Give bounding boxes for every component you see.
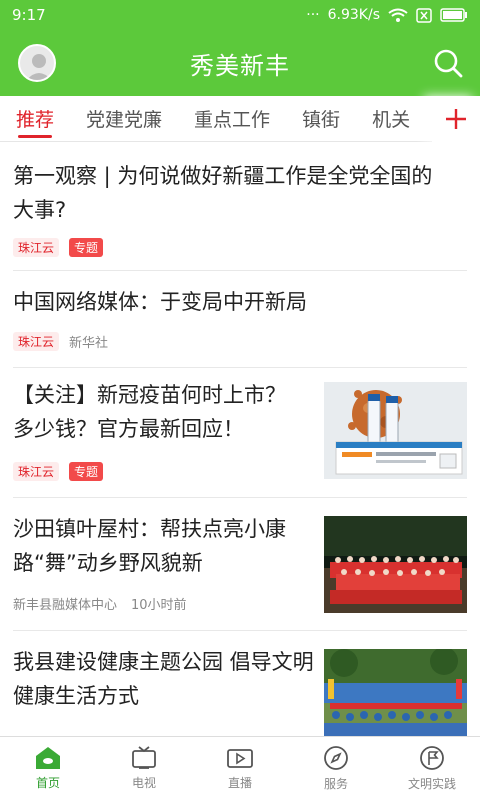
nav-home[interactable]: 首页 <box>0 737 96 800</box>
live-icon <box>227 749 253 768</box>
nav-label: 直播 <box>227 776 252 790</box>
nav-service[interactable]: 服务 <box>288 737 384 800</box>
no-sim-icon <box>416 7 432 23</box>
news-thumbnail-vaccine <box>324 382 467 479</box>
search-icon[interactable] <box>432 47 464 79</box>
tab-recommend[interactable]: 推荐 <box>0 96 70 142</box>
app-bar: 秀美新丰 <box>0 30 480 96</box>
app-title: 秀美新丰 <box>190 51 290 80</box>
source-tag: 珠江云 <box>13 462 60 481</box>
news-meta: 珠江云 专题 <box>13 462 104 481</box>
source-tag: 珠江云 <box>13 332 60 351</box>
news-author: 新华社 <box>69 336 109 351</box>
news-title: 第一观察 | 为何说做好新疆工作是全党全国的大事? <box>13 164 433 222</box>
user-avatar-icon <box>26 54 52 80</box>
news-title: 【关注】新冠疫苗何时上市？多少钱？官方最新回应！ <box>13 383 286 441</box>
source-tag: 珠江云 <box>13 238 60 257</box>
topic-badge: 专题 <box>69 462 104 481</box>
battery-icon <box>440 8 467 22</box>
news-item[interactable]: 第一观察 | 为何说做好新疆工作是全党全国的大事? 珠江云 专题 <box>13 142 467 271</box>
category-tabs: 推荐 党建党廉 重点工作 镇街 机关 … <box>0 96 480 142</box>
news-meta: 珠江云 专题 <box>13 238 104 257</box>
wifi-icon <box>388 8 408 22</box>
plus-icon <box>446 109 466 129</box>
news-title: 沙田镇叶屋村：帮扶点亮小康路“舞”动乡野风貌新 <box>13 517 286 575</box>
nav-label: 文明实践 <box>407 777 456 791</box>
nav-label: 电视 <box>131 776 156 790</box>
bottom-nav: 首页 电视 直播 服务 文明实践 <box>0 736 480 800</box>
tab-towns[interactable]: 镇街 <box>286 96 356 142</box>
status-time: 9:17 <box>12 6 46 24</box>
nav-live[interactable]: 直播 <box>192 737 288 800</box>
news-thumbnail-dance <box>324 516 467 613</box>
topic-badge: 专题 <box>69 238 104 257</box>
news-title: 我县建设健康主题公园 倡导文明健康生活方式 <box>13 650 314 708</box>
news-title: 中国网络媒体：于变局中开新局 <box>13 290 307 314</box>
news-time: 10小时前 <box>131 598 187 613</box>
news-item[interactable]: 【关注】新冠疫苗何时上市？多少钱？官方最新回应！ 珠江云 专题 <box>13 368 467 498</box>
nav-label: 首页 <box>35 776 60 790</box>
status-bar: 9:17 ··· 6.93K/s <box>0 0 480 30</box>
news-item[interactable]: 我县建设健康主题公园 倡导文明健康生活方式 <box>13 631 467 736</box>
add-tab-button[interactable] <box>432 96 480 142</box>
compass-icon <box>324 746 348 770</box>
news-item[interactable]: 沙田镇叶屋村：帮扶点亮小康路“舞”动乡野风貌新 新丰县融媒体中心 10小时前 <box>13 498 467 631</box>
tab-party-building[interactable]: 党建党廉 <box>70 96 178 142</box>
avatar[interactable] <box>18 44 56 82</box>
status-dots: ··· <box>306 7 320 23</box>
nav-label: 服务 <box>323 777 348 791</box>
news-meta: 珠江云 新华社 <box>13 332 108 351</box>
tab-key-work[interactable]: 重点工作 <box>178 96 286 142</box>
news-item[interactable]: 中国网络媒体：于变局中开新局 珠江云 新华社 <box>13 271 467 368</box>
news-source: 新丰县融媒体中心 <box>13 598 118 613</box>
tab-organs[interactable]: 机关 <box>356 96 426 142</box>
tv-icon <box>132 746 156 769</box>
home-icon <box>36 747 60 769</box>
nav-tv[interactable]: 电视 <box>96 737 192 800</box>
network-speed: 6.93K/s <box>327 7 380 23</box>
news-thumbnail-park <box>324 649 467 736</box>
flag-icon <box>420 746 444 770</box>
news-feed: 第一观察 | 为何说做好新疆工作是全党全国的大事? 珠江云 专题 中国网络媒体：… <box>0 142 480 736</box>
news-meta: 新丰县融媒体中心 10小时前 <box>13 594 187 613</box>
nav-civilization[interactable]: 文明实践 <box>384 737 480 800</box>
